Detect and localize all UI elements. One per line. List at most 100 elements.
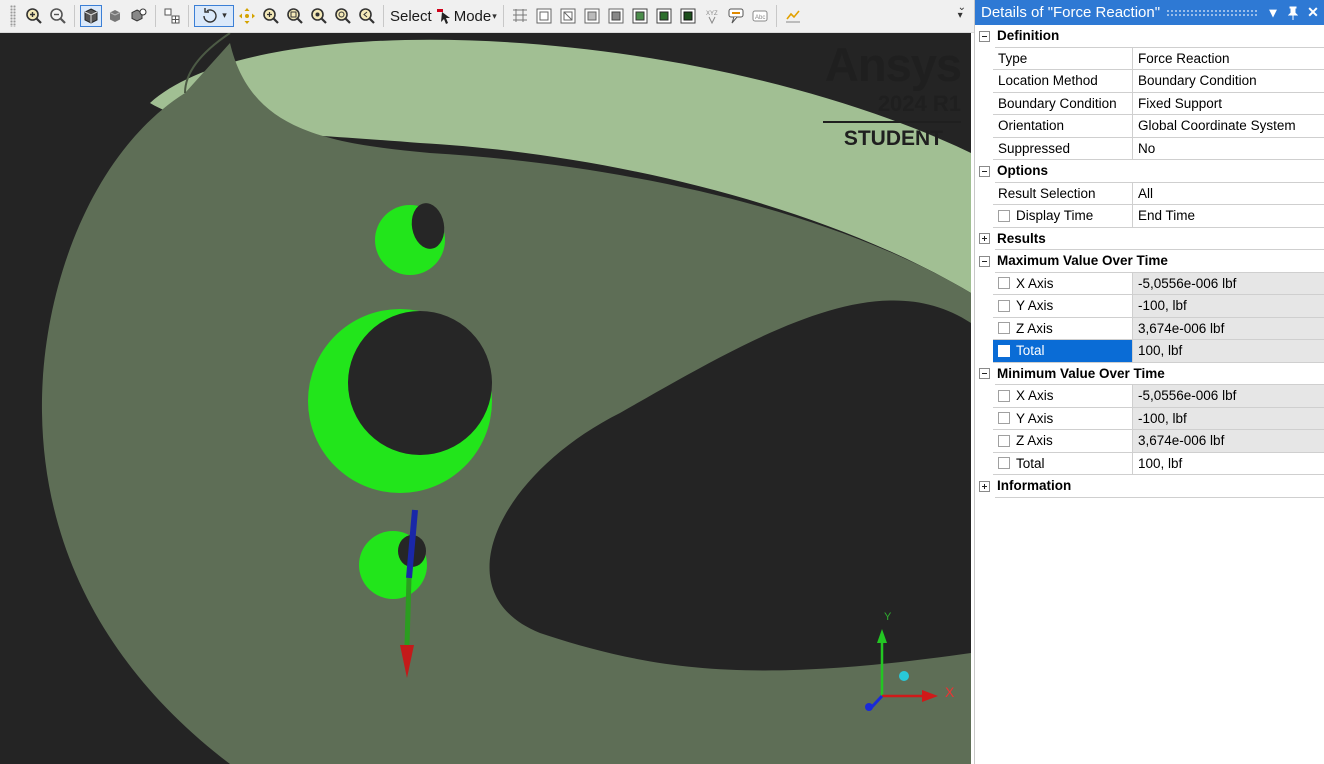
cube-options-button[interactable] <box>128 5 150 27</box>
property-row-boundary-condition[interactable]: Boundary Condition Fixed Support <box>975 92 1324 115</box>
property-row-min-x-axis[interactable]: X Axis -5,0556e-006 lbf <box>975 385 1324 408</box>
display-grid-button[interactable] <box>161 5 183 27</box>
property-label: Boundary Condition <box>993 92 1133 115</box>
pan-button[interactable] <box>236 5 258 27</box>
header-grip[interactable] <box>1166 8 1258 17</box>
zoom-in-button[interactable] <box>23 5 45 27</box>
parameter-checkbox[interactable] <box>998 344 1010 357</box>
property-label: X Axis <box>993 272 1133 295</box>
property-value[interactable]: All <box>1133 183 1324 205</box>
xyz-coordinate-icon: XYZ <box>706 11 718 25</box>
section-maximum-value[interactable]: Maximum Value Over Time <box>975 250 1324 273</box>
element-face-icon <box>632 8 648 24</box>
zoom-icon <box>263 8 279 24</box>
property-value[interactable]: Fixed Support <box>1133 93 1324 115</box>
collapse-icon[interactable] <box>979 165 990 177</box>
pin-button[interactable] <box>1284 2 1302 24</box>
probe-button[interactable] <box>725 5 747 27</box>
property-row-type[interactable]: Type Force Reaction <box>975 47 1324 70</box>
toolbar-separator <box>74 5 75 27</box>
shaded-button[interactable] <box>104 5 126 27</box>
expand-icon[interactable] <box>979 233 990 245</box>
node-icon <box>680 8 696 24</box>
parameter-checkbox[interactable] <box>998 389 1010 402</box>
property-value[interactable]: End Time <box>1133 205 1324 228</box>
property-row-max-z-axis[interactable]: Z Axis 3,674e-006 lbf <box>975 317 1324 340</box>
toolbar-overflow-chevron[interactable]: ⌄ ▾ <box>958 3 966 21</box>
shaded-exterior-edges-button[interactable] <box>80 5 102 27</box>
property-row-min-z-axis[interactable]: Z Axis 3,674e-006 lbf <box>975 430 1324 453</box>
parameter-checkbox[interactable] <box>998 209 1010 222</box>
property-row-result-selection[interactable]: Result Selection All <box>975 182 1324 205</box>
section-information[interactable]: Information <box>975 475 1324 498</box>
select-node-button[interactable] <box>677 5 699 27</box>
property-row-min-y-axis[interactable]: Y Axis -100, lbf <box>975 407 1324 430</box>
section-options[interactable]: Options <box>975 160 1324 183</box>
collapse-icon[interactable] <box>979 368 990 380</box>
zoom-to-fit-button[interactable] <box>308 5 330 27</box>
magnifier-button[interactable] <box>332 5 354 27</box>
caret-down-icon: ▾ <box>1269 4 1277 20</box>
select-body-button[interactable] <box>605 5 627 27</box>
zoom-button[interactable] <box>260 5 282 27</box>
property-row-display-time[interactable]: Display Time End Time <box>975 205 1324 228</box>
label-button[interactable]: Abc <box>749 5 771 27</box>
section-minimum-value[interactable]: Minimum Value Over Time <box>975 363 1324 385</box>
property-row-orientation[interactable]: Orientation Global Coordinate System <box>975 115 1324 138</box>
property-value[interactable]: Boundary Condition <box>1133 70 1324 93</box>
face-select-icon <box>584 8 600 24</box>
property-value[interactable]: Force Reaction <box>1133 48 1324 70</box>
select-face-button[interactable] <box>581 5 603 27</box>
property-value[interactable]: Global Coordinate System <box>1133 115 1324 138</box>
property-row-suppressed[interactable]: Suppressed No <box>975 137 1324 160</box>
select-vertex-button[interactable] <box>533 5 555 27</box>
parameter-checkbox[interactable] <box>998 299 1010 312</box>
property-label: Z Axis <box>993 317 1133 340</box>
zoom-out-button[interactable] <box>47 5 69 27</box>
parameter-checkbox[interactable] <box>998 412 1010 425</box>
property-label-text: Y Axis <box>1016 410 1054 426</box>
property-row-min-total[interactable]: Total 100, lbf <box>975 452 1324 475</box>
select-button[interactable]: Select <box>390 8 432 25</box>
select-element-button[interactable] <box>653 5 675 27</box>
graphics-viewport[interactable]: X Y Ansys 2024 R1 STUDENT <box>0 33 971 764</box>
section-definition[interactable]: Definition <box>975 25 1324 48</box>
close-button[interactable]: ✕ <box>1304 2 1322 24</box>
expand-icon[interactable] <box>979 480 990 492</box>
box-zoom-button[interactable] <box>284 5 306 27</box>
parameter-checkbox[interactable] <box>998 277 1010 290</box>
rotate-button[interactable]: ▾ <box>194 5 234 27</box>
toolbar-grip[interactable] <box>10 5 16 27</box>
property-row-location-method[interactable]: Location Method Boundary Condition <box>975 70 1324 93</box>
chart-button[interactable] <box>782 5 804 27</box>
box-zoom-icon <box>287 8 303 24</box>
parameter-checkbox[interactable] <box>998 322 1010 335</box>
cursor-mode-icon <box>436 9 450 24</box>
previous-view-button[interactable] <box>356 5 378 27</box>
collapse-icon[interactable] <box>979 30 990 42</box>
parameter-checkbox[interactable] <box>998 434 1010 447</box>
parameter-checkbox[interactable] <box>998 457 1010 470</box>
magnifier-icon <box>335 8 351 24</box>
property-row-max-x-axis[interactable]: X Axis -5,0556e-006 lbf <box>975 272 1324 295</box>
coordinate-button[interactable]: XYZ <box>701 5 723 27</box>
section-title: Information <box>995 475 1324 498</box>
mode-dropdown[interactable]: Mode ▾ <box>436 8 497 25</box>
mode-label: Mode <box>453 7 492 25</box>
details-title: Details of "Force Reaction" <box>981 4 1161 21</box>
property-value: -5,0556e-006 lbf <box>1133 385 1324 408</box>
property-value[interactable]: No <box>1133 138 1324 160</box>
property-row-max-total[interactable]: Total 100, lbf <box>975 340 1324 363</box>
section-results[interactable]: Results <box>975 228 1324 250</box>
collapse-icon[interactable] <box>979 255 990 267</box>
property-row-max-y-axis[interactable]: Y Axis -100, lbf <box>975 295 1324 318</box>
section-title: Results <box>995 228 1324 250</box>
select-edge-button[interactable] <box>557 5 579 27</box>
property-value: -100, lbf <box>1133 407 1324 430</box>
logo-brand: Ansys <box>824 38 962 91</box>
rotate-icon <box>203 8 217 23</box>
select-element-face-button[interactable] <box>629 5 651 27</box>
panel-menu-button[interactable]: ▾ <box>1264 2 1282 24</box>
property-label: Z Axis <box>993 430 1133 453</box>
select-mesh-button[interactable] <box>509 5 531 27</box>
